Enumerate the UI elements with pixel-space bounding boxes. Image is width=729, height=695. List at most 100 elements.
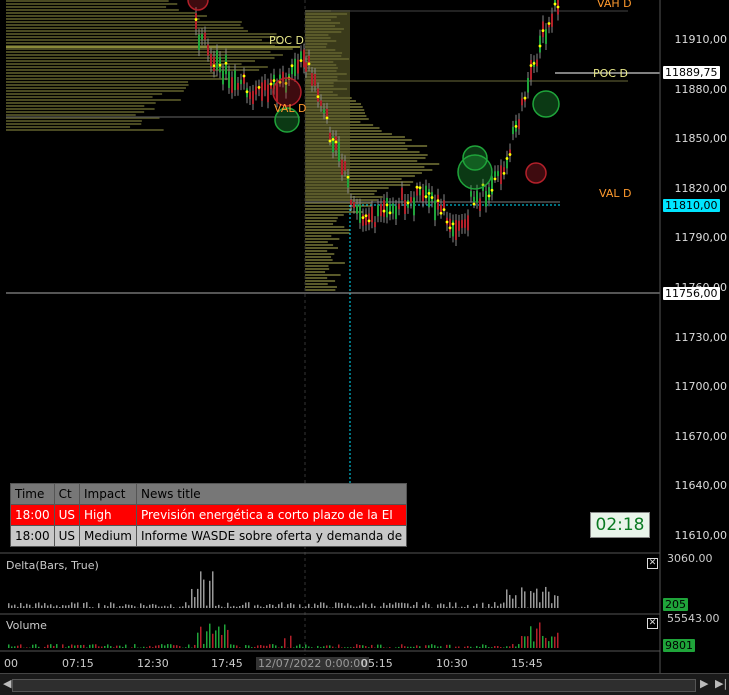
volume-close-icon[interactable]: ✕ — [647, 618, 658, 629]
candle-body — [512, 127, 514, 134]
signal-dot — [431, 196, 434, 199]
profile-bar — [305, 274, 341, 276]
profile-bar — [305, 31, 341, 33]
delta-bar — [314, 604, 316, 608]
signal-dot — [542, 29, 545, 32]
delta-close-icon[interactable]: ✕ — [647, 558, 658, 569]
delta-bar — [275, 607, 277, 608]
volume-bar — [503, 647, 505, 648]
profile-bar — [305, 25, 335, 27]
profile-bar — [305, 253, 334, 255]
signal-dot — [491, 189, 494, 192]
volume-bar — [512, 644, 514, 648]
candle-body — [210, 54, 212, 66]
candle-body — [470, 191, 472, 197]
candle-body — [449, 219, 451, 232]
candle-body — [350, 200, 352, 205]
volume-bar — [107, 644, 109, 648]
delta-bar — [185, 602, 187, 608]
volume-bar — [347, 647, 349, 648]
delta-bar — [497, 606, 499, 608]
candle-body — [473, 197, 475, 202]
delta-bar — [11, 605, 13, 608]
profile-bar — [305, 121, 360, 123]
news-time: 18:00 — [11, 505, 55, 526]
profile-bar — [305, 124, 373, 126]
candle-body — [303, 50, 305, 68]
volume-bar — [431, 644, 433, 648]
delta-bar — [188, 605, 190, 608]
signal-dot — [449, 226, 452, 229]
volume-bar — [455, 647, 457, 648]
profile-bar — [305, 172, 422, 174]
signal-dot — [365, 214, 368, 217]
volume-bar — [80, 645, 82, 648]
delta-bar — [326, 605, 328, 608]
delta-bar — [521, 587, 523, 608]
delta-bar — [515, 595, 517, 608]
signal-dot — [225, 62, 228, 65]
volume-bar — [545, 638, 547, 648]
chart-canvas[interactable] — [0, 0, 729, 694]
volume-bar — [533, 641, 535, 648]
scroll-end-icon[interactable]: ▶| — [715, 677, 727, 690]
volume-bar — [197, 633, 199, 648]
volume-bar — [305, 645, 307, 648]
candle-body — [234, 70, 236, 90]
delta-bar — [398, 603, 400, 608]
profile-bar — [305, 136, 405, 138]
val-left-label: VAL D — [274, 102, 306, 115]
delta-bar — [293, 604, 295, 608]
delta-bar — [305, 606, 307, 608]
candle-body — [311, 73, 313, 86]
volume-bar — [419, 646, 421, 648]
delta-bar — [266, 605, 268, 608]
volume-bar — [122, 647, 124, 648]
candle-body — [392, 203, 394, 213]
delta-bar — [254, 605, 256, 608]
scroll-left-icon[interactable]: ◀ — [3, 677, 11, 690]
delta-bar — [356, 607, 358, 608]
candle-body — [213, 57, 215, 72]
news-row[interactable]: 18:00 US Medium Informe WASDE sobre ofer… — [11, 526, 407, 547]
news-header-title: News title — [136, 484, 406, 505]
scroll-thumb[interactable] — [12, 679, 696, 692]
profile-bar — [6, 30, 248, 32]
signal-dot — [317, 95, 320, 98]
delta-bar — [14, 605, 16, 608]
delta-bar — [506, 589, 508, 608]
profile-bar — [6, 123, 141, 125]
time-label: 07:15 — [62, 657, 94, 670]
profile-bar — [305, 43, 327, 45]
time-label: 12:30 — [137, 657, 169, 670]
volume-bar — [89, 645, 91, 648]
news-row[interactable]: 18:00 US High Previsión energética a cor… — [11, 505, 407, 526]
volume-bar — [245, 645, 247, 648]
time-label: 00 — [4, 657, 18, 670]
delta-bar — [407, 603, 409, 608]
candle-body — [467, 215, 469, 230]
profile-bar — [305, 133, 392, 135]
signal-dot — [503, 172, 506, 175]
candle-body — [204, 33, 206, 40]
profile-bar — [305, 199, 377, 201]
profile-bar — [305, 220, 337, 222]
volume-bar — [317, 646, 319, 648]
delta-bar — [443, 604, 445, 608]
delta-bar — [290, 603, 292, 608]
profile-bar — [305, 241, 328, 243]
volume-bar — [254, 647, 256, 648]
horizontal-scrollbar[interactable]: ◀ ▶ ▶| — [0, 673, 729, 695]
delta-bar — [257, 605, 259, 608]
signal-dot — [557, 6, 560, 9]
delta-bar — [191, 589, 193, 608]
candle-body — [410, 197, 412, 203]
volume-bar — [266, 646, 268, 648]
profile-bar — [6, 6, 166, 8]
news-country: US — [54, 505, 79, 526]
volume-bar — [26, 647, 28, 648]
delta-bar — [38, 602, 40, 608]
profile-bar — [305, 166, 424, 168]
delta-bar — [122, 606, 124, 608]
scroll-right-icon[interactable]: ▶ — [700, 677, 708, 690]
